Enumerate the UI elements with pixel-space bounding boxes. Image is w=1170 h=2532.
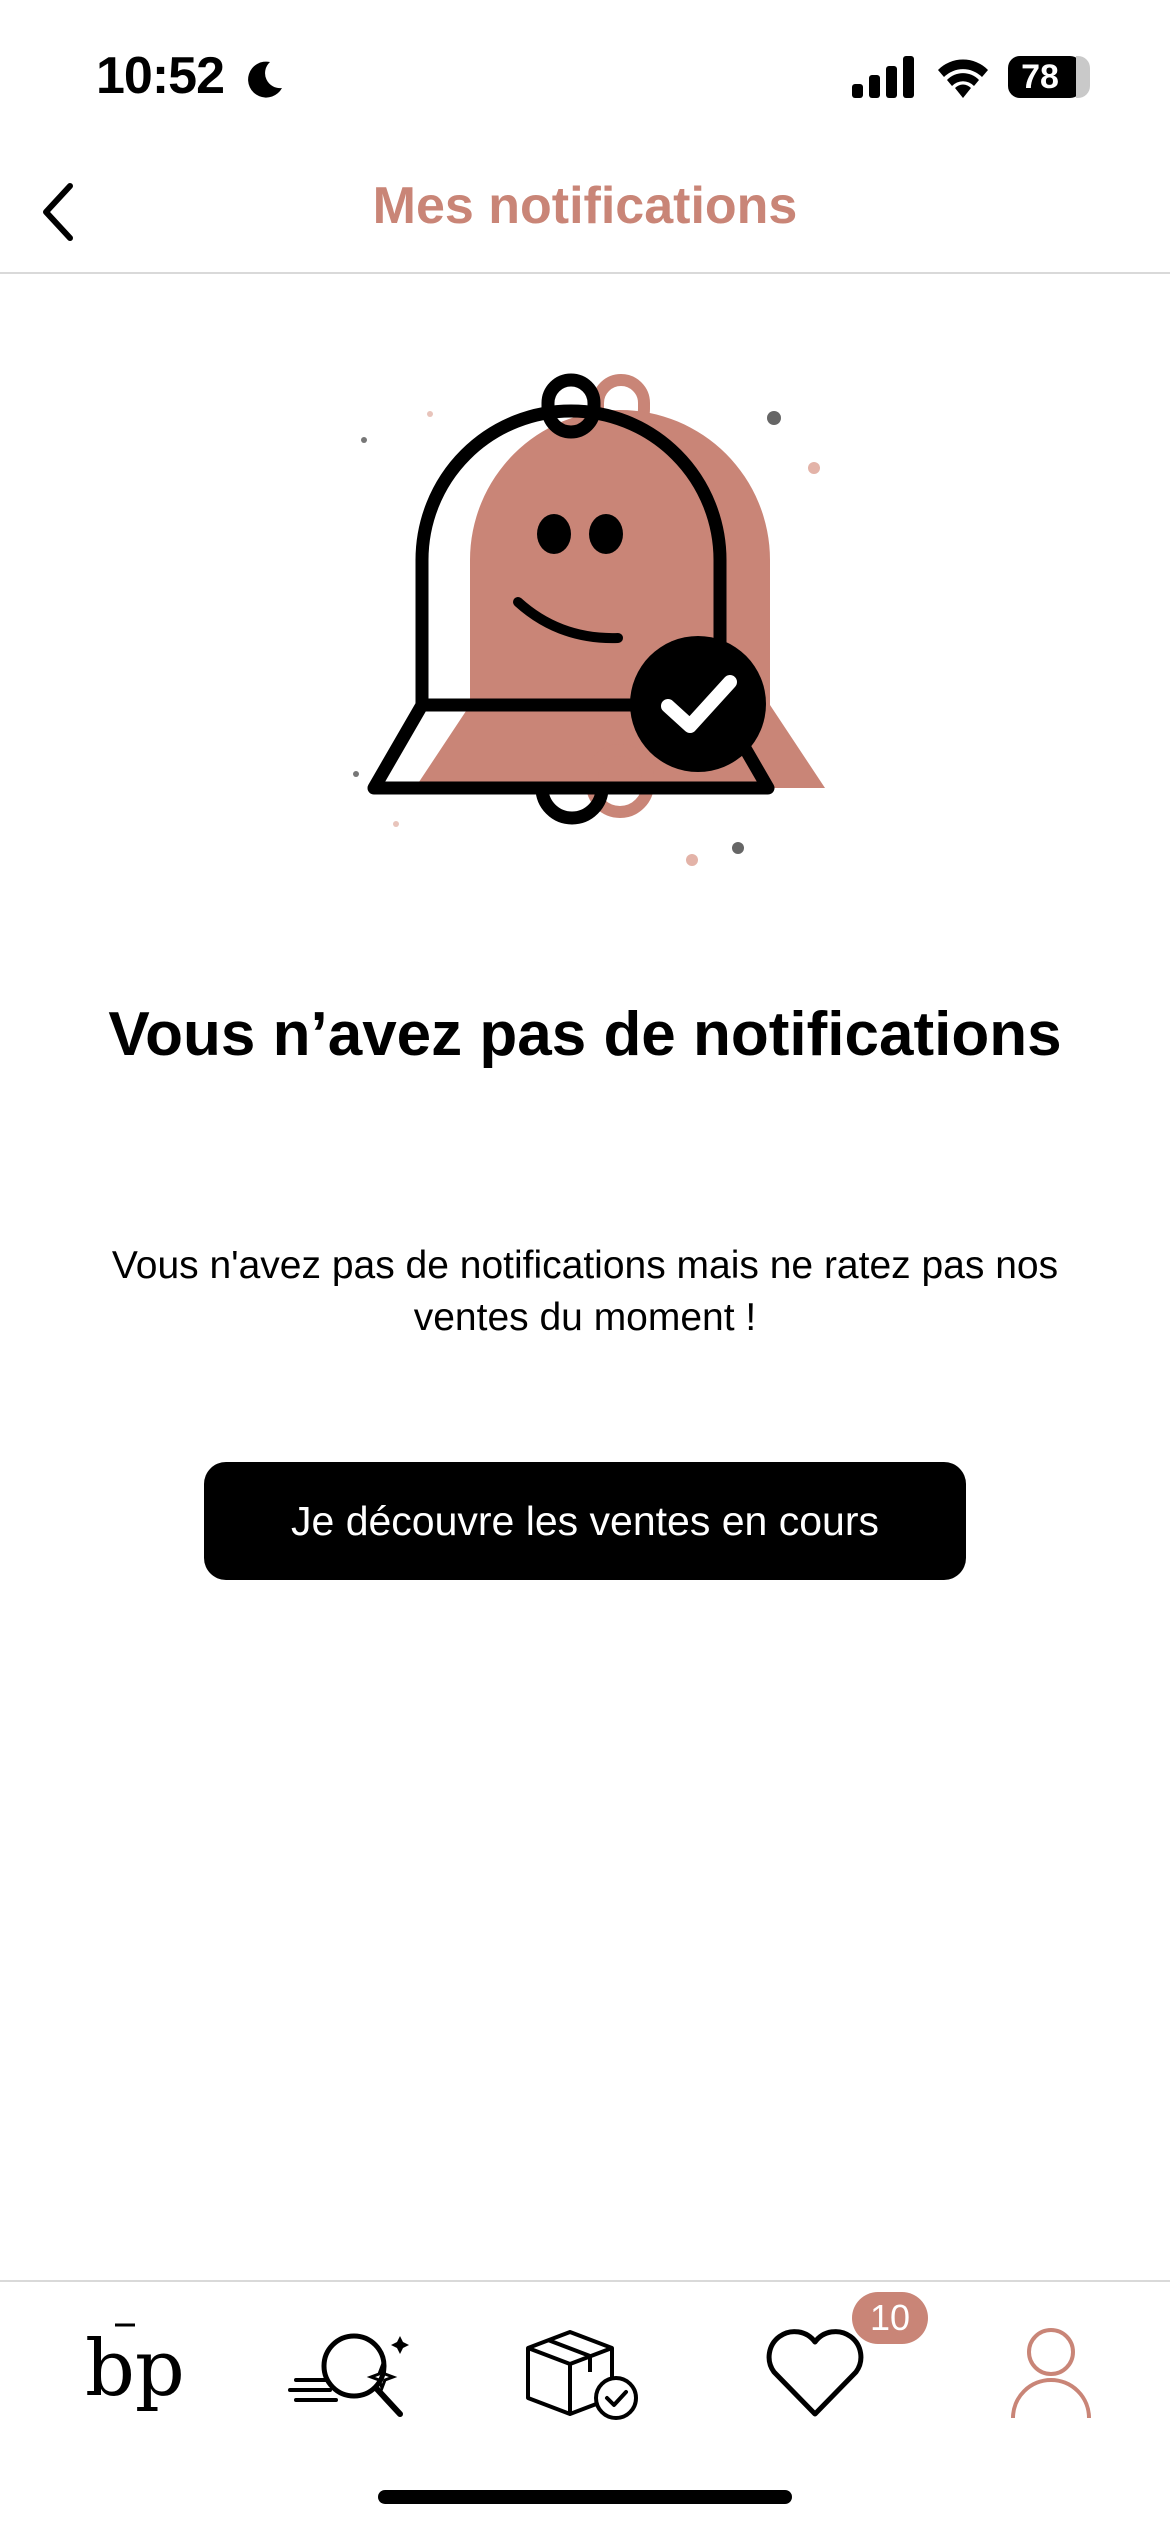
tab-search[interactable] xyxy=(272,2302,422,2442)
tab-account[interactable] xyxy=(976,2302,1126,2442)
empty-state-title: Vous n’avez pas de notifications xyxy=(108,1000,1062,1069)
svg-text:bp: bp xyxy=(85,2324,185,2414)
package-check-icon xyxy=(526,2330,638,2420)
heart-icon xyxy=(766,2329,864,2417)
status-time: 10:52 xyxy=(96,47,225,105)
moon-icon xyxy=(248,61,282,98)
wifi-icon xyxy=(938,59,988,98)
discover-sales-button[interactable]: Je découvre les ventes en cours xyxy=(204,1462,966,1580)
bp-logo-icon: bp xyxy=(85,2323,185,2414)
home-indicator[interactable] xyxy=(378,2490,792,2504)
nav-header: Mes notifications xyxy=(0,150,1170,274)
empty-state-description: Vous n'avez pas de notifications mais ne… xyxy=(111,1244,1059,1339)
status-bar: 10:52 78 xyxy=(0,0,1170,150)
tab-orders[interactable] xyxy=(508,2302,658,2442)
user-icon xyxy=(1011,2328,1091,2419)
battery-level: 78 xyxy=(1021,58,1059,96)
page-title: Mes notifications xyxy=(372,177,798,235)
signal-icon xyxy=(852,56,914,98)
tab-home[interactable]: bp xyxy=(44,2302,194,2442)
bottom-tab-bar: bp 10 xyxy=(0,2280,1170,2532)
battery-indicator: 78 xyxy=(1008,56,1090,98)
smiling-bell-with-check-icon xyxy=(353,373,825,866)
back-button[interactable] xyxy=(18,172,98,252)
search-sparkle-icon xyxy=(288,2333,409,2417)
chevron-left-icon xyxy=(43,183,73,241)
favorites-count-badge: 10 xyxy=(852,2292,928,2344)
